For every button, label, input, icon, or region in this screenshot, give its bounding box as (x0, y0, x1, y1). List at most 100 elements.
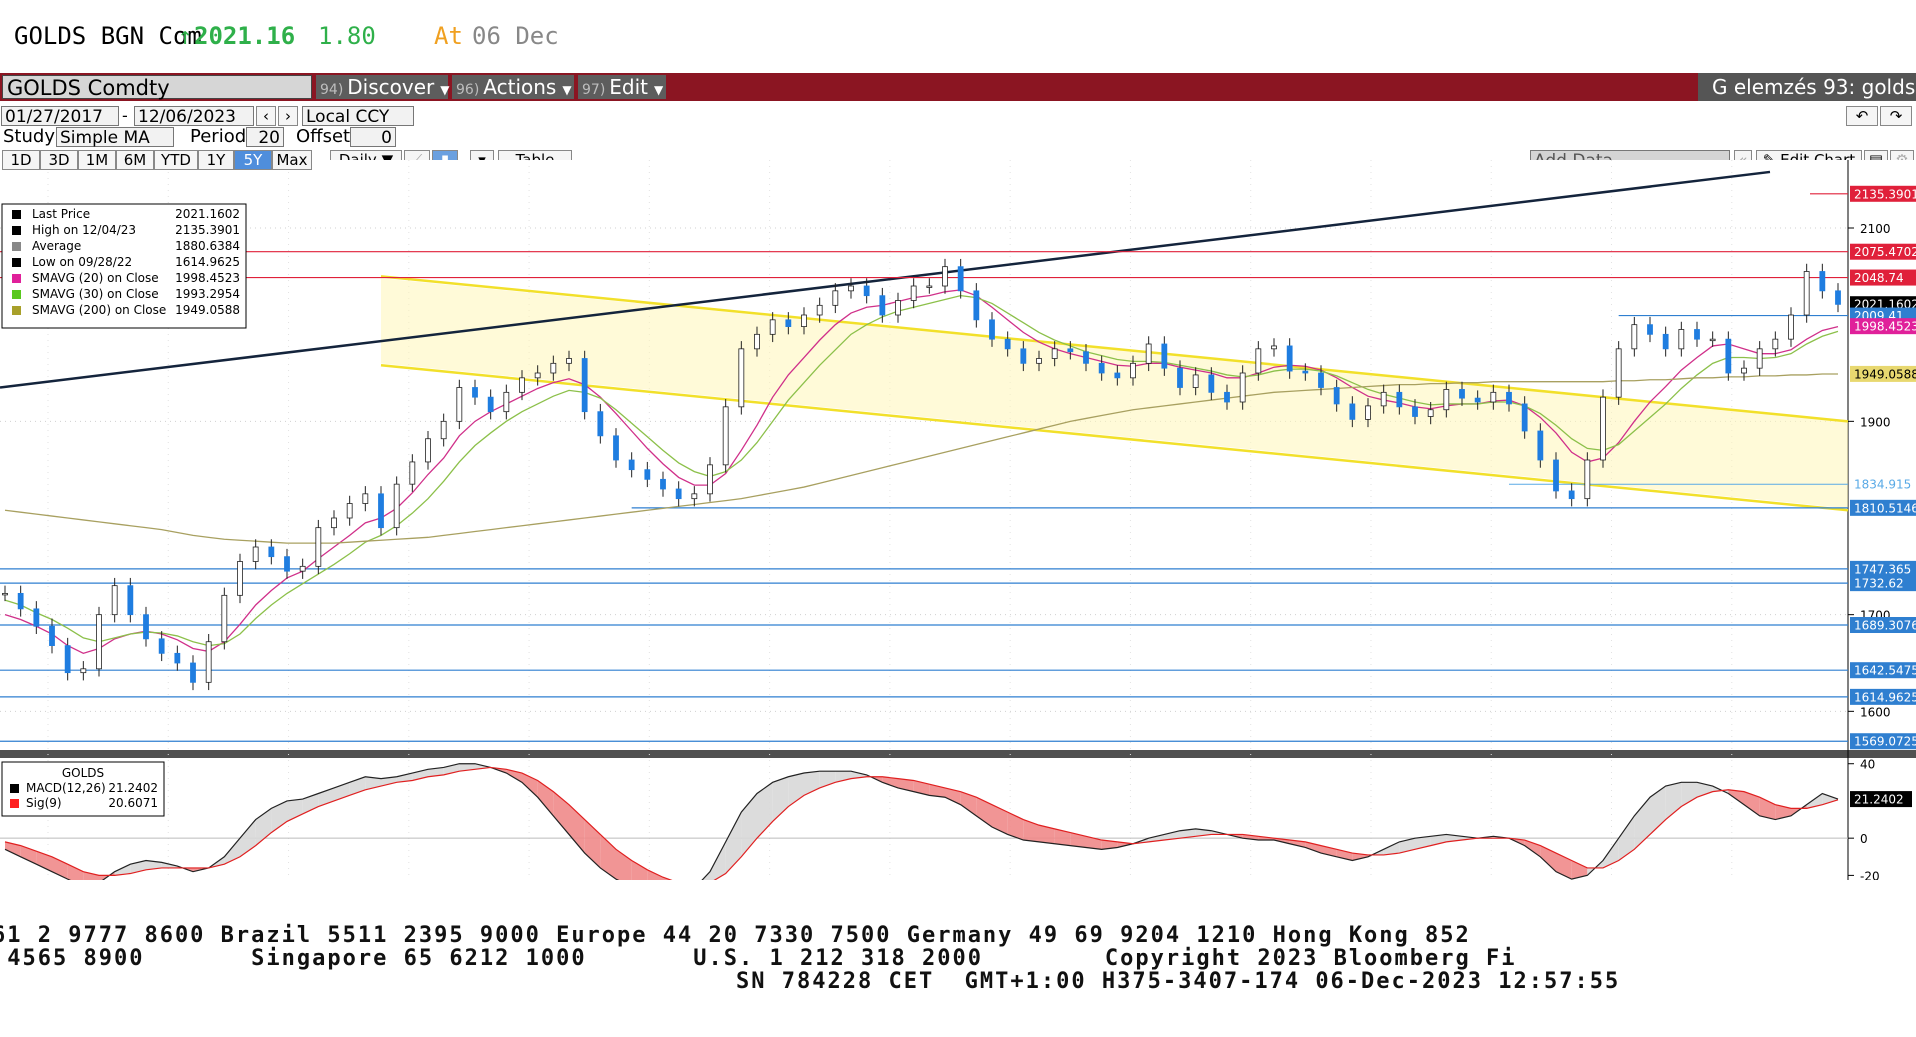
price-candle (268, 546, 275, 558)
price-candle (879, 295, 886, 316)
price-candle (456, 387, 463, 422)
price-candle (1600, 396, 1606, 461)
currency-select[interactable]: Local CCY (302, 106, 414, 127)
price-candle (942, 266, 948, 287)
price-candle (1678, 329, 1685, 350)
price-candle (613, 435, 619, 461)
price-candle (1161, 343, 1168, 369)
macd-legend-title: GOLDS (62, 766, 104, 780)
price-candle (237, 561, 243, 596)
actions-menu[interactable]: 96) Actions ▼ (452, 75, 574, 99)
price-level-tag: 2135.3901 (1850, 185, 1916, 202)
price-candle (1694, 329, 1700, 340)
price-level-tag: 2075.4702 (1850, 243, 1916, 260)
offset-label: Offset (296, 126, 351, 147)
next-arrow-icon[interactable]: › (278, 106, 298, 126)
legend-label: SMAVG (200) on Close (32, 303, 166, 317)
offset-input[interactable]: 0 (350, 127, 396, 148)
price-candle (1803, 271, 1810, 316)
price-candle (1239, 372, 1246, 403)
price-candle (1051, 348, 1058, 359)
macd-legend-swatch (10, 784, 19, 793)
price-change: 1.80 (318, 22, 376, 50)
price-candle (534, 372, 541, 379)
price-candle (1255, 348, 1262, 374)
legend-label: Low on 09/28/22 (32, 255, 132, 269)
price-level-label: 1642.5475 (1854, 664, 1916, 678)
legend-swatch (12, 290, 21, 299)
price-candle (895, 300, 901, 316)
undo-icon[interactable]: ↶ (1846, 106, 1878, 126)
price-candle (378, 493, 384, 529)
price-candle (660, 478, 666, 490)
range-button-max[interactable]: Max (272, 150, 312, 170)
price-candle (1553, 459, 1559, 492)
legend-label: Average (32, 239, 81, 253)
price-chart[interactable]: 21001900170016002135.39012075.47022048.7… (0, 160, 1916, 880)
footer-line-1: 61 2 9777 8600 Brazil 5511 2395 9000 Eur… (0, 923, 1471, 948)
date-separator: - (122, 106, 128, 125)
price-candle (910, 285, 917, 301)
range-button-1m[interactable]: 1M (78, 150, 116, 170)
legend-swatch (12, 274, 21, 283)
range-button-6m[interactable]: 6M (116, 150, 154, 170)
chevron-down-icon: ▼ (440, 83, 450, 97)
price-level-tag: 1642.5475 (1850, 662, 1916, 679)
price-level-tag: 1569.0725 (1850, 733, 1916, 750)
legend-value: 2135.3901 (175, 223, 240, 237)
price-candle (1208, 374, 1215, 393)
price-level-tag: 1689.3076 (1850, 617, 1916, 634)
legend-value: 2021.1602 (175, 207, 240, 221)
price-candle (393, 483, 400, 529)
price-level-tag: 2048.74 (1850, 269, 1916, 286)
price-candle (801, 314, 807, 328)
price-level-label: 1949.0588 (1854, 367, 1916, 381)
price-tick-label: 1900 (1860, 415, 1891, 429)
footer-line-2: 4565 8900 Singapore 65 6212 1000 U.S. 1 … (0, 946, 1517, 971)
macd-tick-label: 40 (1860, 758, 1875, 772)
macd-legend-label: Sig(9) (26, 796, 62, 810)
period-input[interactable]: 20 (246, 127, 284, 148)
end-date-field[interactable]: 12/06/2023 (134, 106, 254, 127)
security-input[interactable]: GOLDS Comdty (2, 75, 312, 100)
price-level-label: 2048.74 (1854, 271, 1904, 285)
chevron-down-icon: ▼ (562, 83, 572, 97)
price-candle (331, 517, 337, 529)
redo-icon[interactable]: ↷ (1880, 106, 1912, 126)
price-candle (127, 585, 134, 616)
legend-swatch (12, 306, 21, 315)
legend-label: SMAVG (20) on Close (32, 271, 159, 285)
range-button-1y[interactable]: 1Y (198, 150, 234, 170)
study-select[interactable]: Simple MA (56, 127, 174, 148)
range-button-3d[interactable]: 3D (40, 150, 78, 170)
discover-menu[interactable]: 94) Discover ▼ (316, 75, 450, 99)
price-level-tag: 1949.0588 (1850, 365, 1916, 382)
price-candle (362, 493, 369, 504)
price-candle (1647, 324, 1653, 335)
range-button-5y[interactable]: 5Y (234, 150, 272, 170)
edit-menu[interactable]: 97) Edit ▼ (578, 75, 666, 99)
macd-legend: GOLDSMACD(12,26) 21.2402 Sig(9) 20.6071 (1, 761, 165, 817)
price-candle (1725, 338, 1732, 374)
prev-arrow-icon[interactable]: ‹ (256, 106, 276, 126)
price-candle (675, 488, 682, 500)
price-candle (1772, 338, 1779, 350)
footer-line-3: SN 784228 CET GMT+1:00 H375-3407-174 06-… (736, 969, 1621, 994)
price-candle (754, 333, 760, 350)
range-button-ytd[interactable]: YTD (154, 150, 198, 170)
legend-value: 1880.6384 (175, 239, 240, 253)
price-candle (143, 614, 149, 640)
price-candle (1083, 351, 1089, 364)
start-date-field[interactable]: 01/27/2017 (1, 106, 119, 127)
price-candle (487, 396, 494, 413)
price-candle (550, 362, 557, 374)
price-candle (1020, 348, 1027, 364)
range-button-1d[interactable]: 1D (2, 150, 40, 170)
price-candle (628, 459, 635, 471)
at-label: At (434, 22, 463, 50)
legend-swatch (12, 242, 21, 251)
price-candle (769, 319, 776, 335)
price-candle (472, 387, 478, 398)
price-candle (1615, 348, 1622, 398)
price-candle (33, 608, 40, 627)
